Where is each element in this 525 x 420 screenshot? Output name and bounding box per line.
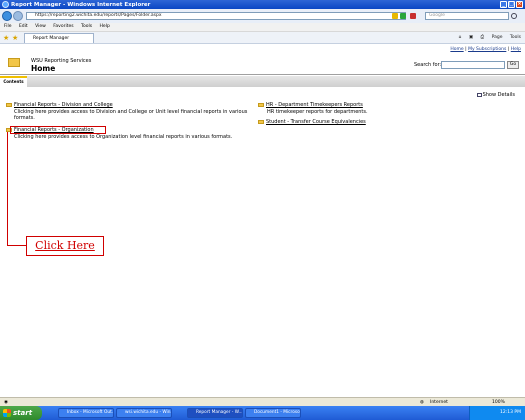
menu-tools[interactable]: Tools bbox=[81, 24, 92, 29]
refresh-icon[interactable] bbox=[400, 13, 406, 19]
zoom-level[interactable]: 100% bbox=[492, 400, 505, 405]
item-description: Clicking here provides access to Divisio… bbox=[14, 109, 248, 121]
print-icon[interactable]: ⎙ bbox=[481, 35, 485, 40]
item-description: Clicking here provides access to Organiz… bbox=[14, 134, 233, 140]
add-favorite-icon[interactable]: ★ bbox=[12, 34, 18, 42]
taskbar-item[interactable]: Inbox - Microsoft Out... bbox=[58, 408, 114, 418]
page-menu[interactable]: Page bbox=[492, 35, 503, 40]
tab-strip bbox=[0, 76, 525, 87]
forward-button[interactable] bbox=[13, 11, 23, 21]
list-item: HR - Department Timekeepers Reports bbox=[258, 102, 363, 108]
folder-icon bbox=[8, 58, 20, 67]
page-title: Home bbox=[31, 64, 56, 73]
page-content: Home | My Subscriptions | Help WSU Repor… bbox=[0, 44, 525, 382]
item-link[interactable]: Student - Transfer Course Equivalencies bbox=[266, 119, 366, 125]
list-item: Financial Reports - Division and College bbox=[6, 102, 113, 108]
go-button[interactable]: Go bbox=[507, 61, 519, 69]
menu-file[interactable]: File bbox=[4, 24, 12, 29]
taskbar-item[interactable]: Document1 - Microsoft... bbox=[245, 408, 301, 418]
highlight-box bbox=[10, 126, 106, 134]
internet-explorer-icon bbox=[2, 1, 9, 8]
zone-label: Internet bbox=[430, 399, 448, 405]
lock-icon[interactable] bbox=[392, 13, 398, 19]
click-here-callout: Click Here bbox=[26, 236, 104, 256]
tab-report-manager[interactable]: Report Manager bbox=[24, 33, 94, 43]
clock: 12:13 PM bbox=[500, 410, 521, 415]
address-toolbar: https://reporting2.wichita.edu/reports/P… bbox=[0, 9, 525, 24]
help-link[interactable]: Help bbox=[511, 47, 521, 52]
home-icon[interactable]: ⌂ bbox=[459, 35, 462, 40]
maximize-button[interactable]: □ bbox=[508, 1, 515, 8]
taskbar: start Inbox - Microsoft Out... wsi.wichi… bbox=[0, 406, 525, 420]
taskbar-item[interactable]: wsi.wichita.edu - Win... bbox=[116, 408, 172, 418]
feeds-icon[interactable]: ▣ bbox=[469, 35, 473, 40]
callout-line bbox=[7, 245, 26, 246]
show-details-label: Show Details bbox=[482, 92, 515, 98]
divider bbox=[0, 74, 525, 75]
tab-contents[interactable]: Contents bbox=[0, 76, 27, 87]
address-input[interactable]: https://reporting2.wichita.edu/reports/P… bbox=[26, 12, 406, 20]
folder-icon bbox=[6, 102, 12, 107]
system-tray: 12:13 PM bbox=[469, 406, 525, 420]
search-input[interactable]: Google bbox=[425, 12, 509, 20]
search-icon[interactable] bbox=[511, 13, 517, 19]
taskbar-item[interactable]: Report Manager - W... bbox=[187, 408, 243, 418]
menu-favorites[interactable]: Favorites bbox=[53, 24, 73, 29]
menu-help[interactable]: Help bbox=[100, 24, 110, 29]
window-title: Report Manager - Windows Internet Explor… bbox=[11, 1, 151, 8]
report-search-input[interactable] bbox=[441, 61, 505, 69]
favorites-star-icon[interactable]: ★ bbox=[3, 34, 9, 42]
start-button[interactable]: start bbox=[0, 406, 42, 420]
status-done-icon: ◉ bbox=[4, 399, 8, 405]
item-link[interactable]: Financial Reports - Division and College bbox=[14, 102, 113, 108]
folder-icon bbox=[258, 119, 264, 124]
start-label: start bbox=[13, 409, 33, 417]
details-grid-icon bbox=[476, 92, 482, 97]
window-title-bar: Report Manager - Windows Internet Explor… bbox=[0, 0, 525, 9]
list-item: Student - Transfer Course Equivalencies bbox=[258, 119, 366, 125]
back-button[interactable] bbox=[2, 11, 12, 21]
globe-icon: ◍ bbox=[420, 399, 424, 405]
tools-menu[interactable]: Tools bbox=[510, 35, 521, 40]
header-links: Home | My Subscriptions | Help bbox=[450, 47, 521, 52]
minimize-button[interactable]: _ bbox=[500, 1, 507, 8]
tab-bar: ★ ★ Report Manager ⌂ ▣ ⎙ Page Tools bbox=[0, 32, 525, 44]
callout-line bbox=[7, 132, 8, 245]
folder-icon bbox=[258, 102, 264, 107]
show-details-button[interactable]: Show Details bbox=[476, 92, 515, 98]
my-subscriptions-link[interactable]: My Subscriptions bbox=[468, 47, 506, 52]
menu-edit[interactable]: Edit bbox=[19, 24, 28, 29]
item-link[interactable]: HR - Department Timekeepers Reports bbox=[266, 102, 363, 108]
item-description: HR timekeeper reports for departments. bbox=[267, 109, 368, 115]
home-link[interactable]: Home bbox=[450, 47, 463, 52]
stop-icon[interactable] bbox=[410, 13, 416, 19]
menu-bar: File Edit View Favorites Tools Help bbox=[0, 23, 525, 32]
menu-view[interactable]: View bbox=[35, 24, 46, 29]
windows-logo-icon bbox=[3, 409, 11, 417]
close-button[interactable]: × bbox=[516, 1, 523, 8]
search-label: Search for: bbox=[414, 62, 442, 68]
